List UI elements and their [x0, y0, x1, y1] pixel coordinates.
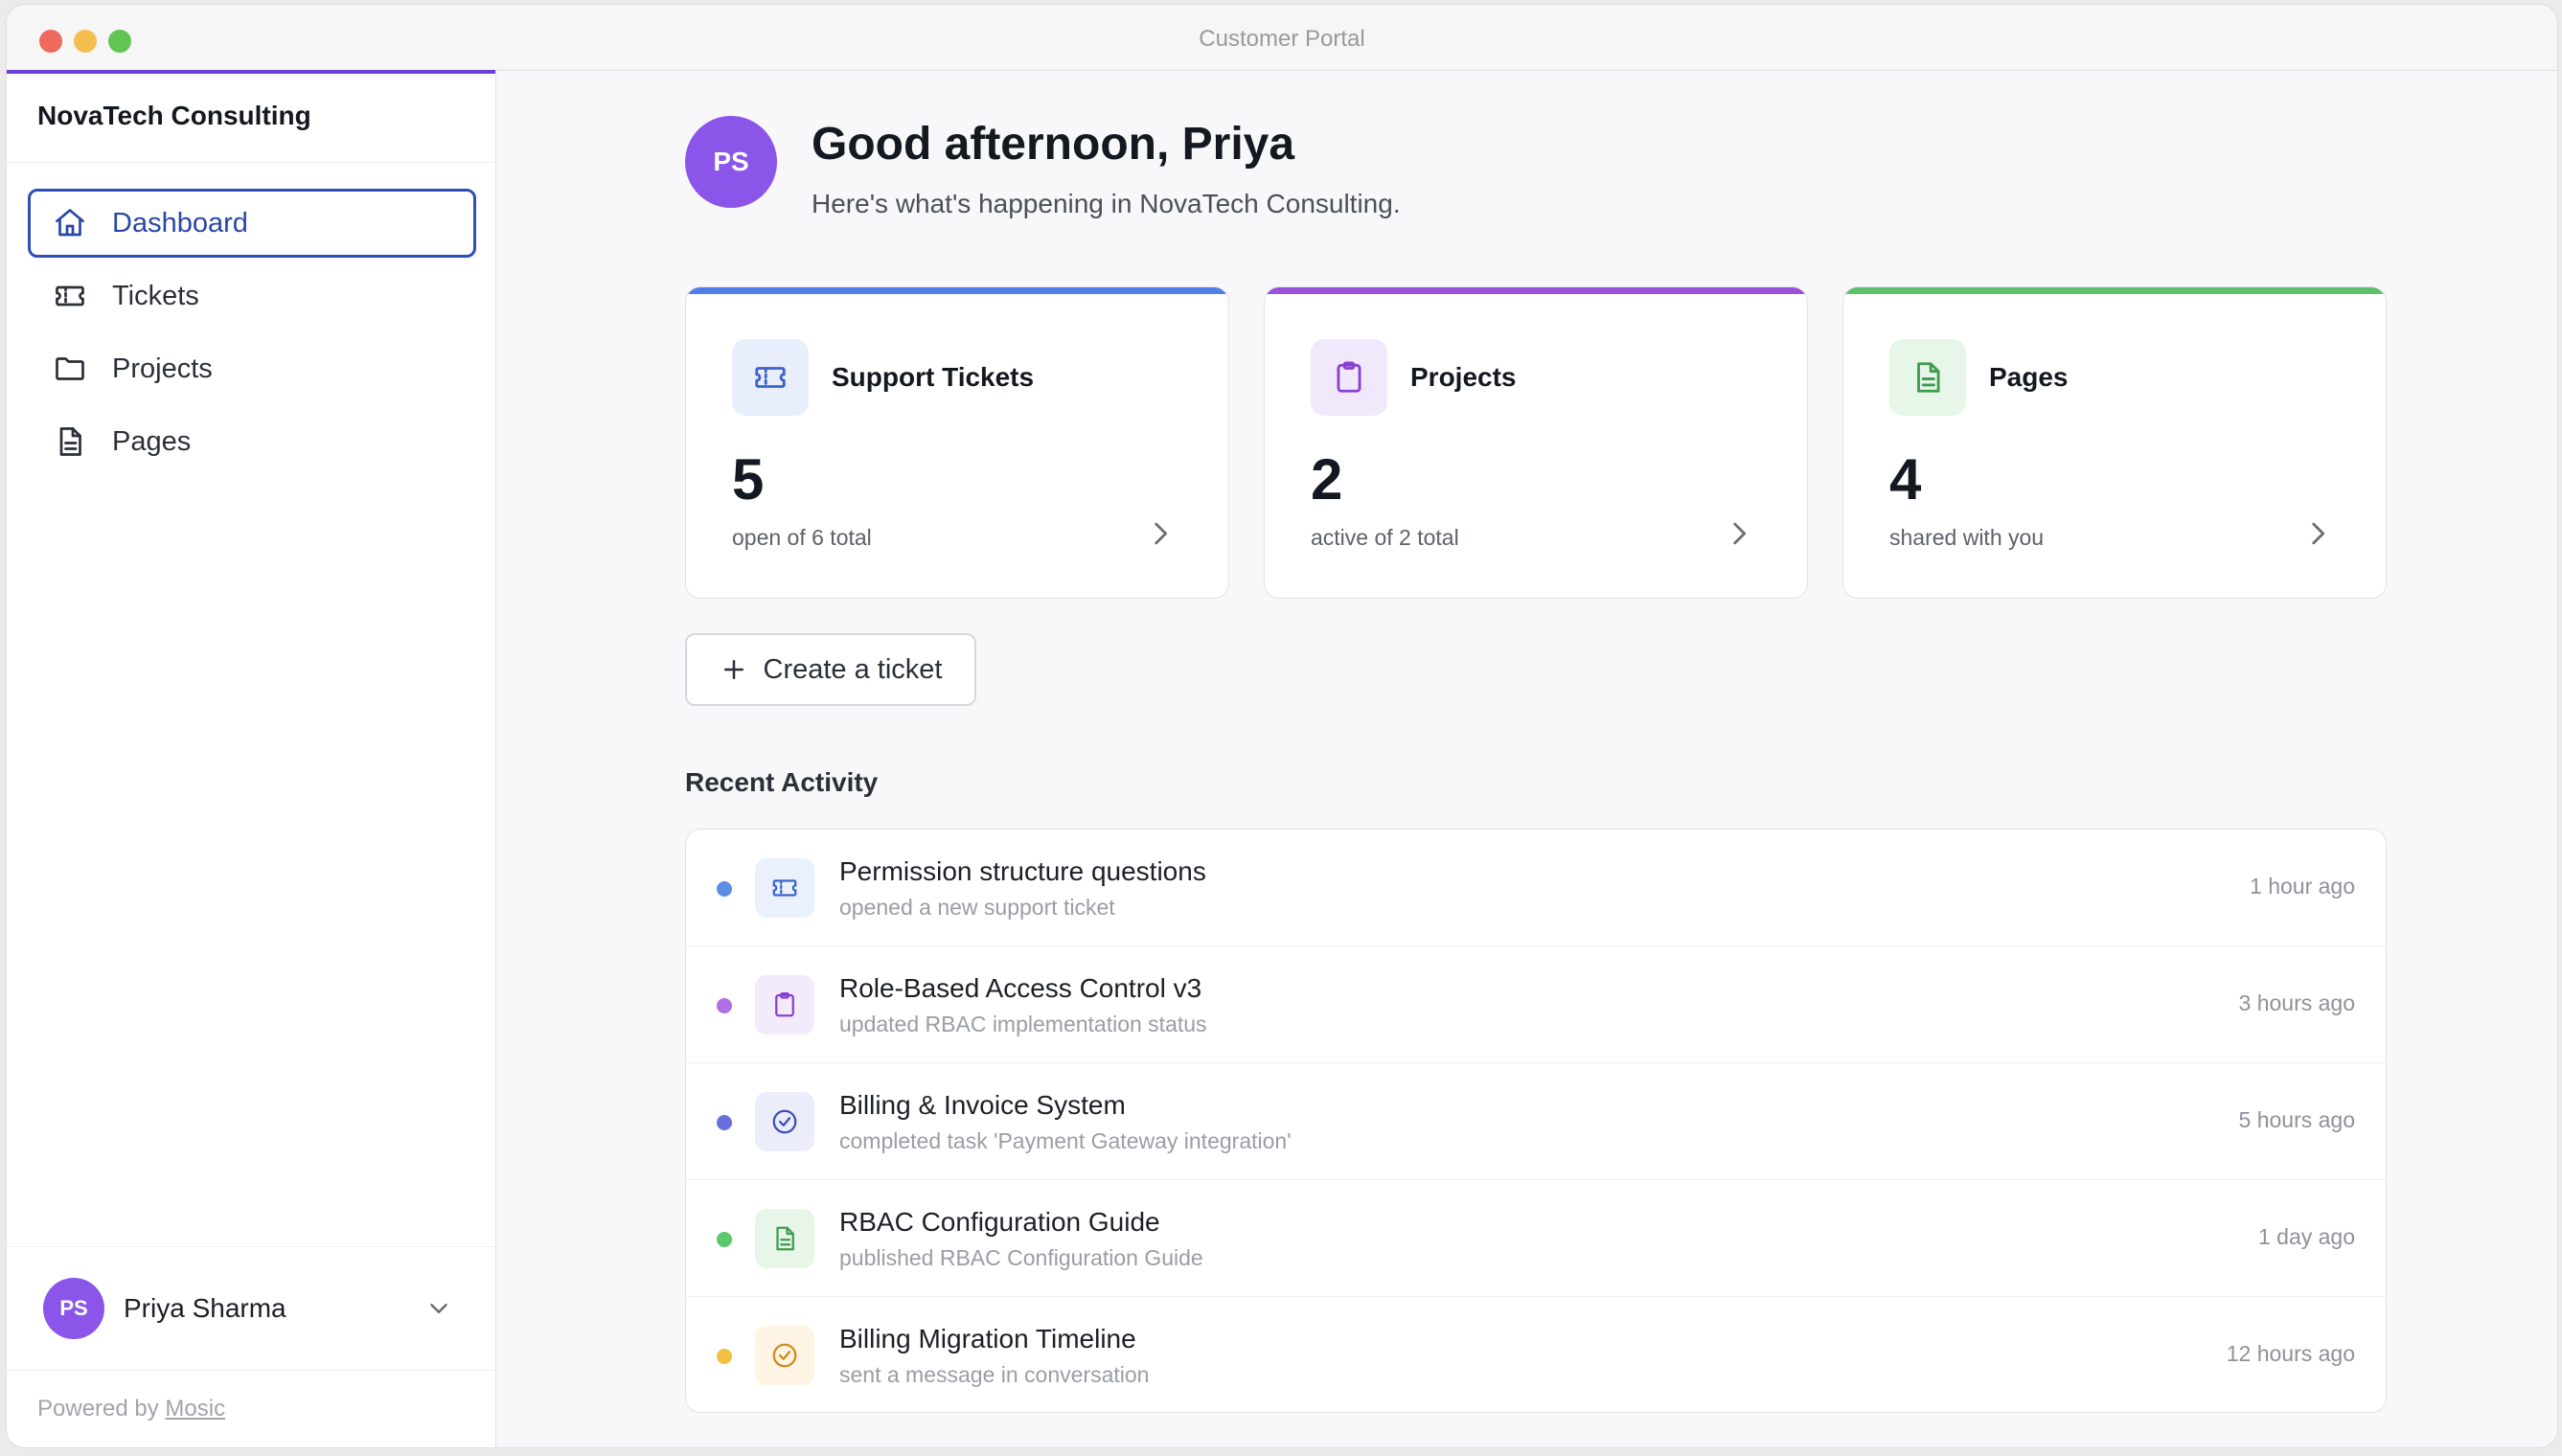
projects-card[interactable]: Projects 2 active of 2 total — [1264, 286, 1808, 599]
chevron-down-icon — [430, 1304, 447, 1313]
user-name: Priya Sharma — [124, 1293, 286, 1323]
document-icon — [1889, 339, 1966, 416]
sidebar-item-label: Pages — [112, 425, 192, 457]
card-accent-bar — [686, 287, 1228, 294]
org-name: NovaTech Consulting — [37, 101, 311, 130]
page-subtitle: Here's what's happening in NovaTech Cons… — [812, 189, 1401, 218]
sidebar-item-dashboard[interactable]: Dashboard — [28, 189, 476, 258]
card-subtitle: active of 2 total — [1311, 525, 1459, 550]
status-dot — [717, 1115, 732, 1130]
activity-time: 1 hour ago — [2250, 874, 2355, 899]
app-window: Customer Portal NovaTech Consulting Dash… — [6, 4, 2558, 1448]
card-subtitle: open of 6 total — [732, 525, 872, 550]
sidebar-item-label: Dashboard — [112, 207, 248, 239]
sidebar-item-projects[interactable]: Projects — [28, 334, 476, 403]
home-icon — [51, 204, 89, 242]
chevron-right-icon — [1155, 522, 1168, 545]
recent-activity-list: Permission structure questions opened a … — [685, 829, 2387, 1413]
pages-card[interactable]: Pages 4 shared with you — [1842, 286, 2387, 599]
activity-description: opened a new support ticket — [839, 895, 1115, 920]
activity-description: sent a message in conversation — [839, 1362, 1150, 1387]
sidebar-item-tickets[interactable]: Tickets — [28, 262, 476, 330]
activity-title: Role-Based Access Control v3 — [839, 973, 1202, 1003]
activity-title: Billing Migration Timeline — [839, 1324, 1136, 1354]
activity-title: RBAC Configuration Guide — [839, 1207, 1160, 1237]
avatar: PS — [43, 1278, 104, 1339]
sidebar-divider — [7, 162, 495, 163]
sidebar-item-label: Projects — [112, 353, 213, 384]
card-value: 4 — [1889, 447, 1922, 512]
clipboard-icon — [1311, 339, 1387, 416]
list-item[interactable]: Billing Migration Timeline sent a messag… — [686, 1297, 2386, 1412]
sidebar-nav: Dashboard Tickets Projects Pages — [28, 189, 476, 480]
list-item[interactable]: Role-Based Access Control v3 updated RBA… — [686, 946, 2386, 1063]
ticket-icon — [755, 858, 814, 918]
create-ticket-label: Create a ticket — [763, 653, 943, 685]
card-accent-bar — [1265, 287, 1807, 294]
activity-time: 5 hours ago — [2238, 1107, 2355, 1132]
sidebar-accent-bar — [7, 70, 495, 74]
chevron-right-icon — [2312, 522, 2325, 545]
activity-description: updated RBAC implementation status — [839, 1012, 1207, 1036]
card-subtitle: shared with you — [1889, 525, 2045, 550]
support-tickets-card[interactable]: Support Tickets 5 open of 6 total — [685, 286, 1229, 599]
sidebar-item-label: Tickets — [112, 280, 199, 311]
list-item[interactable]: RBAC Configuration Guide published RBAC … — [686, 1180, 2386, 1297]
clipboard-icon — [755, 975, 814, 1035]
check-circle-icon — [755, 1092, 814, 1151]
document-icon — [51, 422, 89, 461]
list-item[interactable]: Permission structure questions opened a … — [686, 830, 2386, 946]
plus-icon — [723, 660, 743, 679]
check-circle-icon — [755, 1326, 814, 1385]
create-ticket-button[interactable]: Create a ticket — [685, 633, 976, 706]
main-content: PS Good afternoon, Priya Here's what's h… — [495, 70, 2557, 1447]
status-dot — [717, 1232, 732, 1247]
ticket-icon — [51, 277, 89, 315]
card-value: 5 — [732, 447, 765, 512]
activity-time: 1 day ago — [2257, 1224, 2355, 1249]
activity-title: Permission structure questions — [839, 856, 1206, 886]
card-value: 2 — [1311, 447, 1343, 512]
user-menu[interactable]: PS Priya Sharma — [7, 1246, 495, 1371]
activity-time: 3 hours ago — [2238, 990, 2355, 1015]
activity-title: Billing & Invoice System — [839, 1090, 1126, 1120]
activity-description: published RBAC Configuration Guide — [839, 1245, 1203, 1270]
mosic-link[interactable]: Mosic — [165, 1396, 225, 1422]
title-bar: Customer Portal — [7, 5, 2557, 71]
page-title: Good afternoon, Priya — [812, 119, 1295, 170]
sidebar: NovaTech Consulting Dashboard Tickets Pr… — [7, 70, 496, 1447]
activity-description: completed task 'Payment Gateway integrat… — [839, 1128, 1292, 1153]
chevron-right-icon — [1733, 522, 1747, 545]
ticket-icon — [732, 339, 809, 416]
powered-by: Powered by Mosic — [37, 1396, 225, 1422]
status-dot — [717, 881, 732, 897]
activity-time: 12 hours ago — [2226, 1341, 2355, 1366]
document-icon — [755, 1209, 814, 1268]
powered-by-label: Powered by — [37, 1396, 159, 1422]
status-dot — [717, 998, 732, 1013]
card-title: Projects — [1410, 362, 1517, 392]
list-item[interactable]: Billing & Invoice System completed task … — [686, 1063, 2386, 1180]
window-title: Customer Portal — [1199, 26, 1365, 52]
card-accent-bar — [1843, 287, 2386, 294]
status-dot — [717, 1349, 732, 1364]
card-title: Pages — [1989, 362, 2069, 392]
recent-activity-title: Recent Activity — [685, 767, 879, 797]
avatar: PS — [685, 116, 777, 208]
folder-icon — [51, 350, 89, 388]
sidebar-item-pages[interactable]: Pages — [28, 407, 476, 476]
card-title: Support Tickets — [832, 362, 1035, 392]
